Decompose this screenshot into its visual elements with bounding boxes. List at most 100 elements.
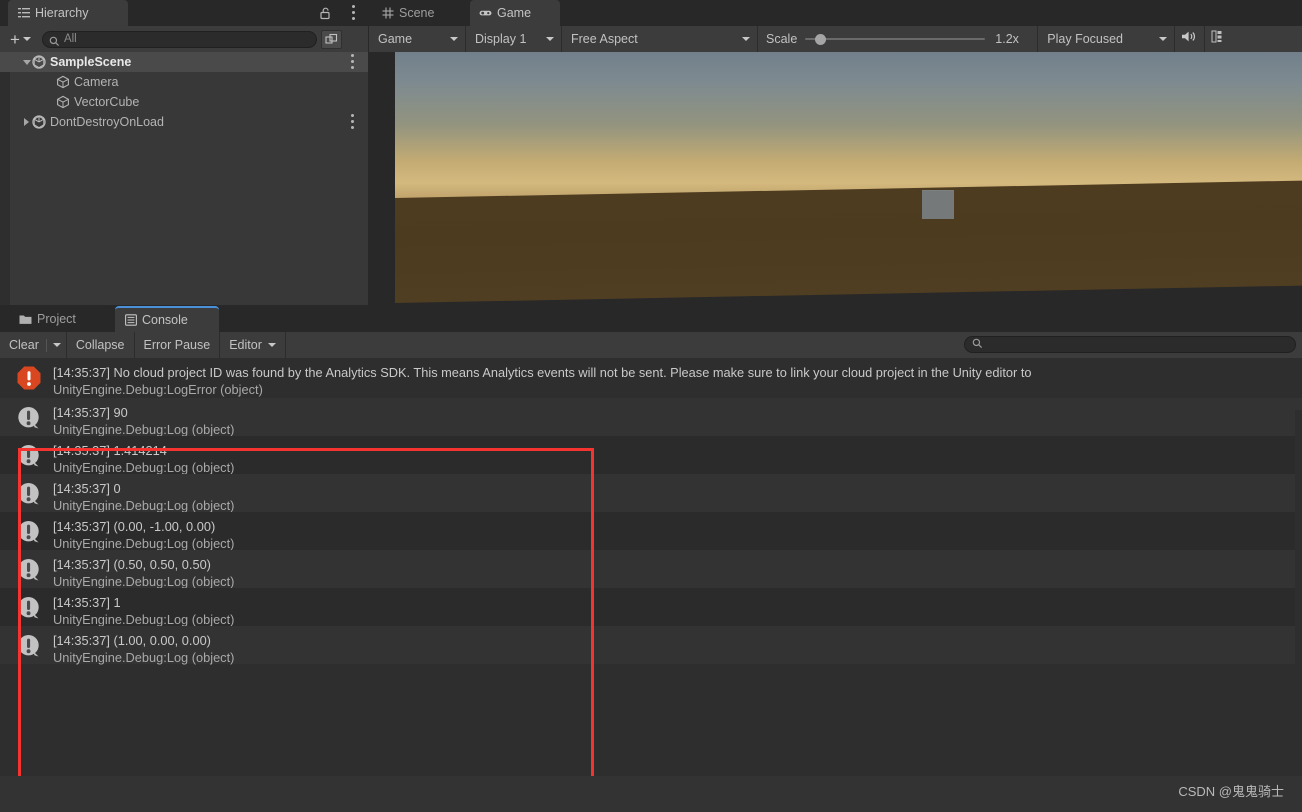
console-log-message: [14:35:37] 0 — [53, 481, 121, 496]
console-log-entry[interactable]: [14:35:37] (0.50, 0.50, 0.50) UnityEngine… — [0, 550, 1302, 590]
console-log-text: [14:35:37] 90 UnityEngine.Debug:Log (obje… — [53, 402, 234, 438]
collapse-button[interactable]: Collapse — [67, 332, 135, 358]
display-dropdown[interactable]: Display 1 — [466, 26, 562, 52]
tab-console-label: Console — [142, 313, 188, 327]
hierarchy-tabstrip: Hierarchy — [0, 0, 368, 26]
console-log-text: [14:35:37] (0.50, 0.50, 0.50) UnityEngine… — [53, 554, 234, 590]
log-icon — [14, 517, 44, 547]
play-mode-dropdown[interactable]: Play Focused — [1038, 26, 1176, 52]
editor-dropdown[interactable]: Editor — [220, 332, 286, 358]
game-view-panel: Scene Game Game Display 1 Free Aspect Sc… — [369, 0, 1302, 305]
unity-scene-icon — [32, 115, 46, 129]
console-log-message: [14:35:37] 90 — [53, 405, 128, 420]
error-pause-button[interactable]: Error Pause — [135, 332, 221, 358]
tab-scene[interactable]: Scene — [372, 0, 468, 26]
aspect-dropdown[interactable]: Free Aspect — [562, 26, 758, 52]
row-kebab-menu-icon[interactable] — [351, 114, 354, 132]
hierarchy-row-samplescene[interactable]: SampleScene — [0, 52, 368, 72]
mute-audio-button[interactable] — [1175, 26, 1206, 52]
console-log-entry[interactable]: [14:35:37] (1.00, 0.00, 0.00) UnityEngine… — [0, 626, 1302, 666]
scale-slider[interactable] — [805, 33, 986, 45]
aspect-label: Free Aspect — [571, 32, 638, 46]
sky-gradient — [395, 52, 1302, 204]
game-view-mode-dropdown[interactable]: Game — [369, 26, 466, 52]
console-log-entry[interactable]: [14:35:37] No cloud project ID was found… — [0, 358, 1302, 398]
tab-project[interactable]: Project — [10, 306, 107, 332]
hierarchy-search-input[interactable]: All — [41, 30, 317, 48]
console-log-text: [14:35:37] No cloud project ID was found… — [53, 362, 1032, 398]
lock-open-icon[interactable] — [318, 6, 332, 20]
row-kebab-menu-icon[interactable] — [351, 54, 354, 72]
console-log-message: [14:35:37] (0.00, -1.00, 0.00) — [53, 519, 216, 534]
tab-console[interactable]: Console — [115, 306, 219, 332]
chevron-down-icon — [742, 37, 750, 41]
search-icon — [972, 336, 983, 354]
scale-label: Scale — [766, 32, 798, 46]
game-viewport[interactable] — [369, 52, 1302, 305]
console-log-text: [14:35:37] 1.414214 UnityEngine.Debug:Log… — [53, 440, 234, 476]
console-log-stacktrace: UnityEngine.Debug:LogError (object) — [53, 382, 263, 397]
console-log-entry[interactable]: [14:35:37] (0.00, -1.00, 0.00) UnityEngin… — [0, 512, 1302, 551]
hierarchy-panel: Hierarchy + All SampleScene Camera Vecto… — [0, 0, 368, 305]
hierarchy-row-label: DontDestroyOnLoad — [50, 115, 164, 129]
chevron-down-icon — [267, 343, 276, 347]
tab-hierarchy[interactable]: Hierarchy — [8, 0, 128, 26]
chevron-down-icon — [22, 37, 31, 41]
hierarchy-row-label: Camera — [74, 75, 119, 89]
game-render-surface — [395, 52, 1302, 303]
clear-button[interactable]: Clear — [0, 332, 67, 358]
plus-icon: + — [10, 29, 20, 49]
log-icon — [14, 441, 44, 471]
twisty-empty — [45, 97, 56, 108]
console-log-entry[interactable]: [14:35:37] 1 UnityEngine.Debug:Log (objec… — [0, 588, 1302, 627]
twisty-expanded-icon[interactable] — [21, 57, 32, 68]
console-log-message: [14:35:37] No cloud project ID was found… — [53, 365, 1032, 380]
hierarchy-row-camera[interactable]: Camera — [0, 72, 368, 92]
console-log-rows: [14:35:37] No cloud project ID was found… — [0, 358, 1302, 666]
tab-scene-label: Scene — [399, 6, 435, 20]
console-log-entry[interactable]: [14:35:37] 0 UnityEngine.Debug:Log (objec… — [0, 474, 1302, 513]
add-gameobject-button[interactable]: + — [10, 31, 31, 48]
chevron-down-icon[interactable] — [52, 343, 61, 347]
console-toolbar: Clear Collapse Error Pause Editor — [0, 332, 1302, 358]
tab-game[interactable]: Game — [470, 0, 560, 26]
scale-value: 1.2x — [995, 32, 1019, 46]
tab-game-label: Game — [497, 6, 532, 20]
slider-knob[interactable] — [815, 33, 827, 45]
console-scrollbar[interactable] — [1295, 410, 1302, 812]
twisty-collapsed-icon[interactable] — [21, 117, 32, 128]
ground-plane — [395, 180, 1302, 303]
scale-control[interactable]: Scale 1.2x — [758, 26, 1039, 52]
console-list-icon — [124, 314, 137, 327]
console-log-stacktrace: UnityEngine.Debug:Log (object) — [53, 650, 235, 665]
console-tabstrip: Project Console — [0, 306, 1302, 332]
console-log-message: [14:35:37] (1.00, 0.00, 0.00) — [53, 633, 211, 648]
error-icon — [14, 363, 44, 393]
watermark-label: CSDN @鬼鬼骑士 — [1178, 784, 1284, 799]
hierarchy-row-dontdestroyonload[interactable]: DontDestroyOnLoad — [0, 112, 368, 132]
chevron-down-icon — [546, 37, 554, 41]
tab-project-label: Project — [37, 312, 76, 326]
collapse-label: Collapse — [75, 338, 125, 352]
display-label: Display 1 — [475, 32, 527, 46]
unity-scene-icon — [32, 55, 46, 69]
log-icon — [14, 479, 44, 509]
hierarchy-row-vectorcube[interactable]: VectorCube — [0, 92, 368, 112]
console-log-text: [14:35:37] (1.00, 0.00, 0.00) UnityEngine… — [53, 630, 234, 666]
speaker-icon — [1181, 30, 1198, 48]
game-view-mode-label: Game — [378, 32, 413, 46]
console-log-list[interactable]: [14:35:37] No cloud project ID was found… — [0, 358, 1302, 812]
console-log-entry[interactable]: [14:35:37] 1.414214 UnityEngine.Debug:Log… — [0, 436, 1302, 476]
console-log-entry[interactable]: [14:35:37] 90 UnityEngine.Debug:Log (obje… — [0, 398, 1302, 438]
select-pick-mode-icon[interactable] — [320, 29, 342, 49]
console-search-input[interactable] — [964, 336, 1296, 353]
stats-button[interactable] — [1205, 26, 1229, 52]
hierarchy-kebab-menu-icon[interactable] — [352, 5, 356, 21]
chevron-down-icon — [450, 37, 458, 41]
vector-cube-object — [922, 190, 954, 219]
hierarchy-toolbar: + All — [0, 26, 368, 52]
hierarchy-tree[interactable]: SampleScene Camera VectorCube DontDestroyOn… — [0, 52, 368, 305]
game-toolbar: Game Display 1 Free Aspect Scale 1.2x Pl… — [369, 26, 1302, 52]
hierarchy-rows: SampleScene Camera VectorCube DontDestroyOn… — [0, 52, 368, 132]
log-icon — [14, 631, 44, 661]
